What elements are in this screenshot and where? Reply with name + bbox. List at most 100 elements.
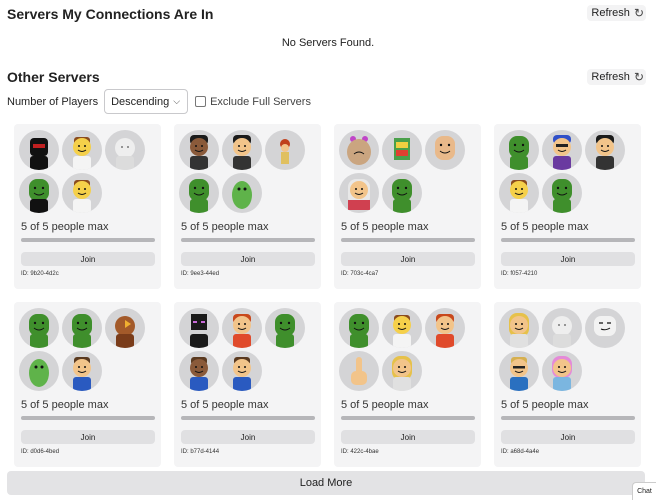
avatar-bald-smiley[interactable] <box>425 130 465 170</box>
refresh-label: Refresh <box>591 7 630 19</box>
player-count-text: 5 of 5 people max <box>181 399 269 411</box>
exclude-full-servers-toggle[interactable]: Exclude Full Servers <box>195 96 311 108</box>
avatar-blue-hair-glasses[interactable] <box>542 130 582 170</box>
server-card: 5 of 5 people max Join ID: 9ee3-44ed <box>174 124 321 289</box>
join-button[interactable]: Join <box>501 430 635 444</box>
join-button[interactable]: Join <box>341 252 475 266</box>
avatar-green-smiley[interactable] <box>62 308 102 348</box>
load-more-button[interactable]: Load More <box>7 471 645 495</box>
connections-refresh-button[interactable]: Refresh ↻ <box>587 5 646 21</box>
avatar-blonde-girl[interactable] <box>499 308 539 348</box>
server-card: 5 of 5 people max Join ID: f057-4210 <box>494 124 641 289</box>
player-count-text: 5 of 5 people max <box>21 221 109 233</box>
avatar-blue-shirt-kid[interactable] <box>62 351 102 391</box>
server-id: ID: 422c-4bae <box>341 449 379 455</box>
player-count-text: 5 of 5 people max <box>341 399 429 411</box>
avatar-noob-brown-hair[interactable] <box>62 173 102 213</box>
avatar-black-red-hoodie[interactable] <box>19 130 59 170</box>
avatar-white-smug-face[interactable] <box>585 308 625 348</box>
avatar-red-hair-girl[interactable] <box>222 308 262 348</box>
avatar-small-red-hair[interactable] <box>265 130 305 170</box>
join-button[interactable]: Join <box>21 430 155 444</box>
avatar-green-smiley-black-shirt[interactable] <box>19 173 59 213</box>
avatar-dark-skin-brown-hair[interactable] <box>179 351 219 391</box>
avatar-green-smiley[interactable] <box>382 173 422 213</box>
player-avatars <box>339 130 476 224</box>
other-servers-title: Other Servers <box>7 69 100 85</box>
server-grid: 5 of 5 people max Join ID: 9b20-4d2c 5 of 5… <box>14 124 641 467</box>
chevron-down-icon: ⌵ <box>173 96 181 106</box>
server-id: ID: 9ee3-44ed <box>181 271 220 277</box>
other-servers-refresh-button[interactable]: Refresh ↻ <box>587 69 646 85</box>
filter-row: Number of Players Descending ⌵ Exclude F… <box>7 89 311 114</box>
server-capacity-bar <box>501 416 635 420</box>
server-card: 5 of 5 people max Join ID: 9b20-4d2c <box>14 124 161 289</box>
avatar-noob-brown-hair[interactable] <box>382 308 422 348</box>
server-capacity-bar <box>341 238 475 242</box>
avatar-green-smiley[interactable] <box>542 173 582 213</box>
avatar-pink-hair-girl[interactable] <box>542 351 582 391</box>
chat-button[interactable]: Chat <box>632 482 656 500</box>
connections-header: Servers My Connections Are In <box>7 6 213 22</box>
exclude-full-checkbox[interactable] <box>195 96 207 107</box>
player-count-text: 5 of 5 people max <box>181 221 269 233</box>
refresh-label: Refresh <box>591 71 630 83</box>
avatar-white-character[interactable] <box>542 308 582 348</box>
join-button[interactable]: Join <box>21 252 155 266</box>
server-id: ID: a68d-4a4e <box>501 449 540 455</box>
server-capacity-fill <box>341 416 475 420</box>
avatar-white-cat[interactable] <box>105 130 145 170</box>
join-button[interactable]: Join <box>181 252 315 266</box>
avatar-chicken[interactable] <box>105 308 145 348</box>
avatar-green-smiley[interactable] <box>265 308 305 348</box>
join-button[interactable]: Join <box>501 252 635 266</box>
player-count-text: 5 of 5 people max <box>501 221 589 233</box>
server-capacity-fill <box>341 238 475 242</box>
join-button[interactable]: Join <box>341 430 475 444</box>
server-id: ID: d0d6-4bed <box>21 449 60 455</box>
server-capacity-fill <box>181 238 315 242</box>
avatar-green-dino[interactable] <box>19 351 59 391</box>
server-id: ID: b77d-4144 <box>181 449 220 455</box>
avatar-finger-hand[interactable] <box>339 351 379 391</box>
server-capacity-fill <box>501 238 635 242</box>
server-card: 5 of 5 people max Join ID: d0d6-4bed <box>14 302 161 467</box>
avatar-green-smiley[interactable] <box>339 308 379 348</box>
avatar-dark-hair-glasses[interactable] <box>179 130 219 170</box>
avatar-pink-bow-big-head[interactable] <box>339 130 379 170</box>
avatar-black-hair-face[interactable] <box>585 130 625 170</box>
server-capacity-bar <box>181 416 315 420</box>
avatar-red-hair-noob[interactable] <box>425 308 465 348</box>
avatar-black-hair[interactable] <box>222 130 262 170</box>
player-avatars <box>179 130 316 224</box>
server-capacity-bar <box>21 416 155 420</box>
player-avatars <box>499 130 636 224</box>
server-capacity-bar <box>181 238 315 242</box>
avatar-green-smiley[interactable] <box>499 130 539 170</box>
server-id: ID: 703c-4ca7 <box>341 271 379 277</box>
server-capacity-bar <box>21 238 155 242</box>
avatar-green-smiley[interactable] <box>19 308 59 348</box>
avatar-sword-fighter[interactable] <box>222 351 262 391</box>
server-capacity-fill <box>501 416 635 420</box>
avatar-red-keffiyeh[interactable] <box>339 173 379 213</box>
join-button[interactable]: Join <box>181 430 315 444</box>
avatar-colorful-robot[interactable] <box>382 130 422 170</box>
server-card: 5 of 5 people max Join ID: b77d-4144 <box>174 302 321 467</box>
sort-order-select[interactable]: Descending ⌵ <box>104 89 189 114</box>
player-count-text: 5 of 5 people max <box>341 221 429 233</box>
refresh-icon: ↻ <box>633 6 644 20</box>
player-count-text: 5 of 5 people max <box>501 399 589 411</box>
player-avatars <box>339 308 476 402</box>
connections-title: Servers My Connections Are In <box>7 6 214 22</box>
avatar-noob-brown-hair[interactable] <box>499 173 539 213</box>
other-servers-header: Other Servers <box>7 69 100 85</box>
player-avatars <box>19 308 156 402</box>
avatar-glasses-kid[interactable] <box>499 351 539 391</box>
avatar-enderman[interactable] <box>179 308 219 348</box>
avatar-blonde-girl[interactable] <box>382 351 422 391</box>
avatar-green-zombie-plush[interactable] <box>222 173 262 213</box>
sort-order-value: Descending <box>111 95 170 108</box>
avatar-green-smiley[interactable] <box>179 173 219 213</box>
avatar-noob-brown-hair[interactable] <box>62 130 102 170</box>
